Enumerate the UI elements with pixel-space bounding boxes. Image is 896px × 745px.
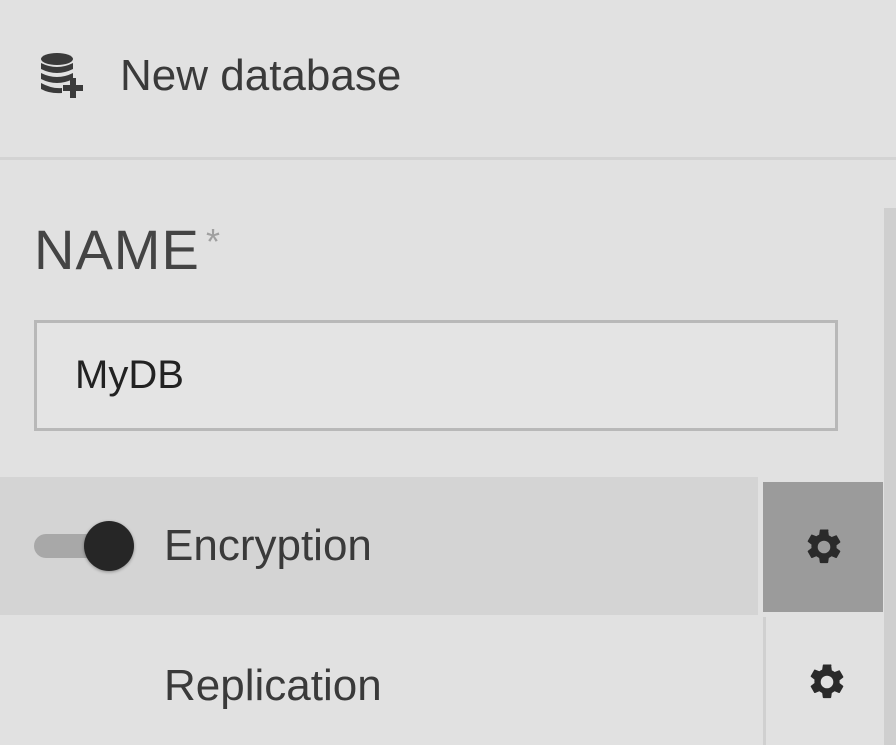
page-title: New database	[120, 51, 402, 100]
scrollbar[interactable]	[884, 208, 896, 745]
option-row-replication[interactable]: Replication	[0, 617, 758, 745]
name-field-label: NAME	[34, 218, 200, 281]
required-indicator: *	[206, 221, 221, 262]
encryption-settings-button[interactable]	[763, 482, 883, 612]
gear-icon	[810, 664, 844, 699]
encryption-label: Encryption	[164, 521, 372, 570]
option-row-encryption[interactable]: Encryption	[0, 477, 758, 615]
encryption-toggle[interactable]	[34, 521, 134, 571]
database-add-icon	[41, 53, 83, 98]
replication-label: Replication	[164, 661, 382, 710]
panel-header: New database	[0, 0, 896, 160]
database-name-input[interactable]	[34, 320, 838, 431]
gear-icon	[807, 529, 841, 564]
toggle-knob	[84, 521, 134, 571]
new-database-panel: New database NAME * Encryption Replicati…	[0, 0, 896, 745]
replication-settings-button[interactable]	[763, 617, 883, 745]
